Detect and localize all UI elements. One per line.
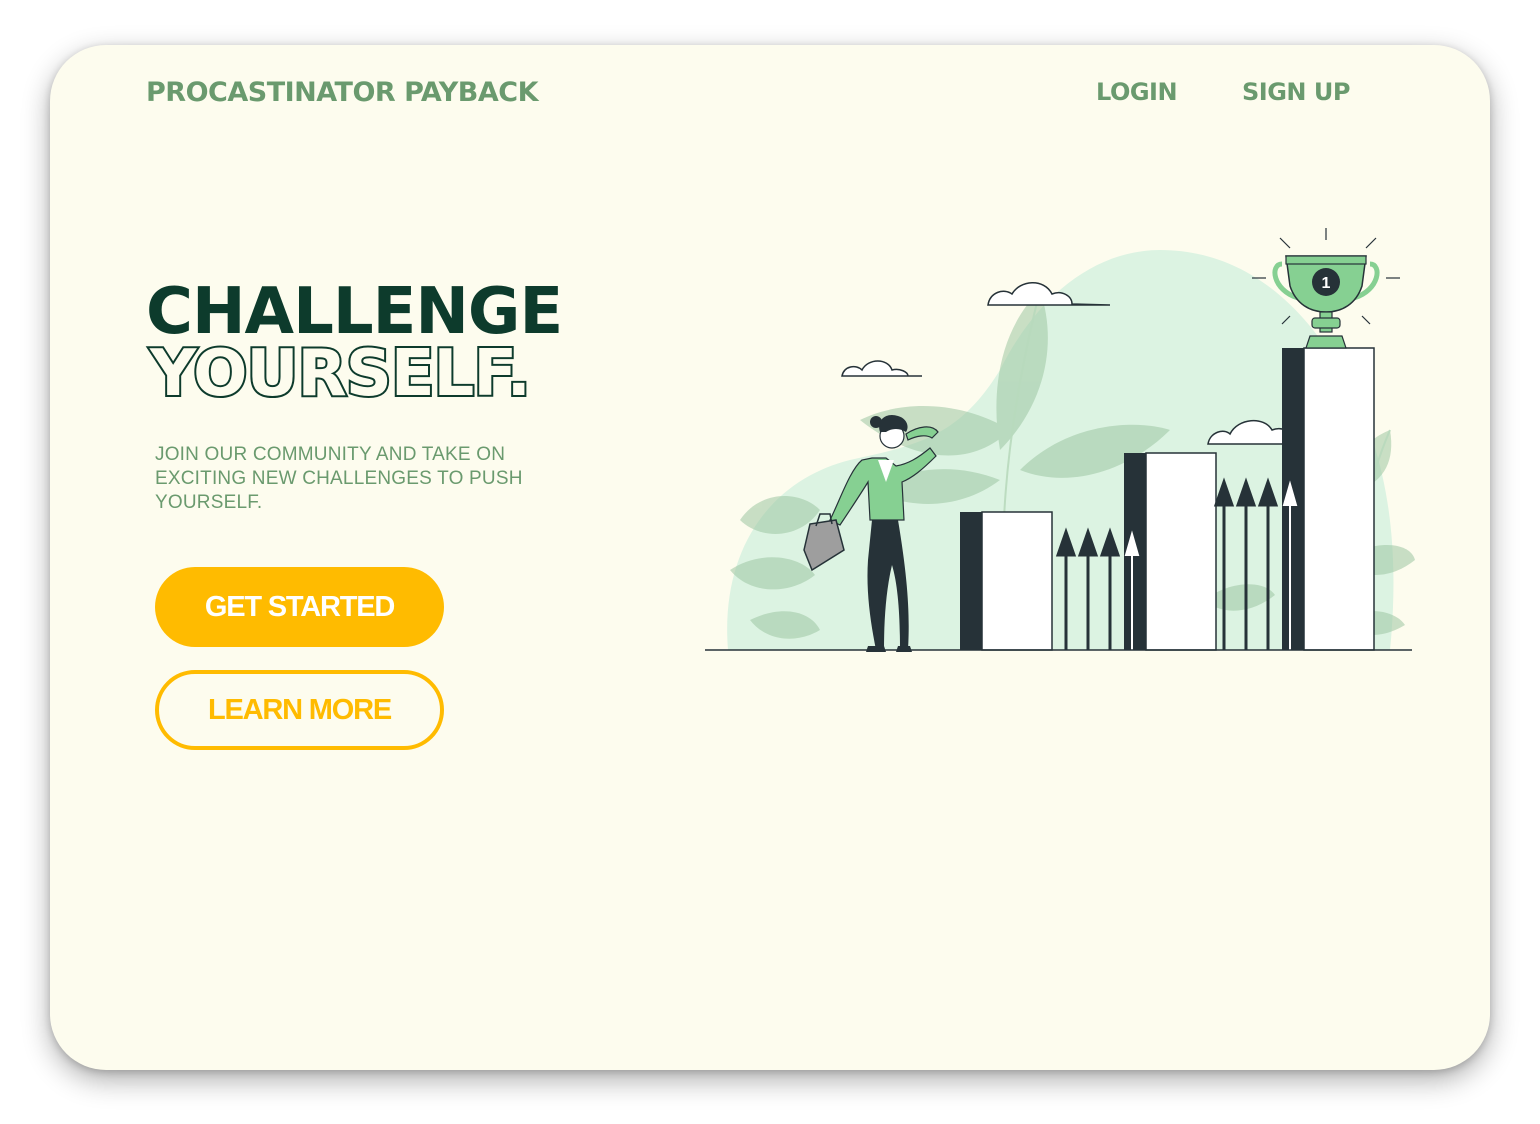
learn-more-button[interactable]: LEARN MORE: [155, 670, 444, 750]
get-started-button[interactable]: GET STARTED: [155, 567, 444, 647]
signup-link[interactable]: SIGN UP: [1242, 78, 1350, 106]
login-link[interactable]: LOGIN: [1096, 78, 1178, 106]
headline-line-2: YOURSELF.: [148, 337, 533, 411]
hero-subtext: JOIN OUR COMMUNITY AND TAKE ON EXCITING …: [155, 444, 523, 513]
landing-card: PROCASTINATOR PAYBACK LOGIN SIGN UP CHAL…: [50, 45, 1490, 1070]
brand-logo[interactable]: PROCASTINATOR PAYBACK: [146, 77, 539, 108]
growth-illustration: 1: [705, 228, 1415, 652]
trophy-rank: 1: [1322, 275, 1331, 292]
hero-headline: CHALLENGE YOURSELF.: [146, 275, 563, 411]
headline-line-1: CHALLENGE: [146, 275, 563, 349]
